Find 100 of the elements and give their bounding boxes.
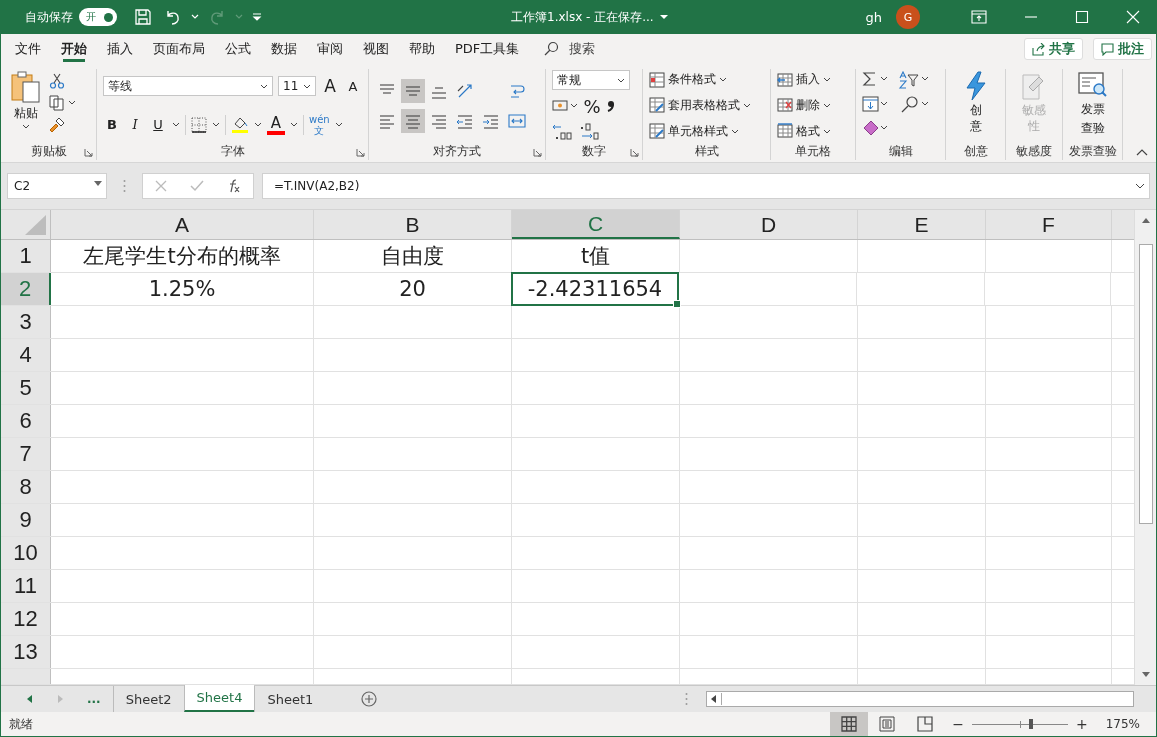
percent-button[interactable]: % [583,95,601,118]
sheet-tab[interactable]: Sheet4 [183,685,255,712]
row-header[interactable]: 9 [1,504,51,536]
scroll-down-icon[interactable] [1140,671,1151,679]
fill-color-icon[interactable] [231,116,249,134]
caret-icon[interactable] [254,122,262,128]
ribbon-tab[interactable]: 审阅 [307,34,353,64]
collapse-ribbon-icon[interactable] [1136,148,1148,156]
dialog-launcher-icon[interactable] [533,148,542,157]
previous-sheet-icon[interactable] [27,695,33,703]
row-header[interactable]: 1 [1,240,51,272]
formula-field[interactable]: =T.INV(A2,B2) [262,173,1150,199]
column-header[interactable]: A [51,210,314,239]
maximize-icon[interactable] [1075,10,1089,24]
ribbon-tab[interactable]: 文件 [5,34,51,64]
decrease-decimal-icon[interactable] [579,123,601,142]
row-header[interactable]: 6 [1,405,51,437]
sum-icon[interactable] [862,70,890,87]
row-header[interactable]: 3 [1,306,51,338]
zoom-level[interactable]: 175% [1105,717,1140,731]
ribbon-display-icon[interactable] [971,10,987,24]
caret-icon[interactable] [172,122,180,128]
row-header[interactable]: 2 [1,273,51,305]
normal-view-button[interactable] [830,712,869,736]
middle-align-button[interactable] [401,78,425,103]
row-header[interactable]: 7 [1,438,51,470]
eraser-icon[interactable] [862,118,890,137]
ribbon-tab[interactable]: 插入 [97,34,143,64]
save-icon[interactable] [134,8,152,26]
column-header[interactable]: C [512,210,680,239]
cells-menu-button[interactable]: 格式 [777,122,849,140]
horizontal-scrollbar[interactable] [706,691,1134,707]
dialog-launcher-icon[interactable] [630,148,639,157]
font-color-button[interactable]: A [267,114,285,135]
underline-button[interactable]: U [149,113,167,136]
name-box[interactable]: C2 [7,173,107,199]
ideas-button[interactable]: 创意 [959,69,992,142]
center-align-button[interactable] [401,108,425,133]
column-header[interactable]: E [858,210,986,239]
ribbon-tab[interactable]: PDF工具集 [445,34,530,64]
paste-button[interactable]: 粘贴 [7,69,45,131]
invoice-check-button[interactable]: 发票 查验 [1072,69,1113,142]
bold-button[interactable]: B [103,113,121,136]
ribbon-tab[interactable]: 数据 [261,34,307,64]
cells-menu-button[interactable]: 删除 [777,97,849,114]
sheet-tab[interactable]: Sheet2 [112,686,184,712]
customize-icon[interactable] [252,12,262,22]
caret-icon[interactable] [290,122,298,128]
row-header[interactable]: 4 [1,339,51,371]
checkmark-icon[interactable] [190,180,204,192]
ribbon-tab[interactable]: 开始 [51,34,97,64]
row-header[interactable]: 10 [1,537,51,569]
caret-icon[interactable] [334,122,343,128]
cells-menu-button[interactable]: 插入 [777,71,849,89]
caret-icon[interactable] [212,122,220,128]
sheet-tab[interactable]: Sheet1 [254,686,326,712]
ribbon-tab[interactable]: 页面布局 [143,34,215,64]
font-size-field[interactable]: 11 [278,76,316,97]
comments-button[interactable]: 批注 [1093,38,1152,60]
zoom-slider-thumb[interactable] [1029,718,1034,729]
style-menu-button[interactable]: 单元格样式 [649,122,764,140]
search-icon[interactable] [543,41,560,57]
row-header[interactable]: 13 [1,636,51,668]
row-header[interactable]: 5 [1,372,51,404]
row-header[interactable]: 12 [1,603,51,635]
grip-icon[interactable] [123,179,126,193]
column-header[interactable]: F [986,210,1112,239]
format-painter-icon[interactable] [49,117,65,133]
dialog-launcher-icon[interactable] [84,148,93,157]
more-sheets-button[interactable]: ... [87,692,101,706]
share-button[interactable]: 共享 [1024,38,1083,60]
undo-icon[interactable] [164,8,182,26]
italic-button[interactable]: I [126,113,144,136]
fill-down-icon[interactable] [862,94,890,113]
autosave-toggle[interactable]: 开 [79,8,117,26]
border-icon[interactable] [191,116,207,133]
zoom-out-button[interactable]: − [952,716,964,732]
grow-font-button[interactable]: A [321,75,339,98]
shrink-font-button[interactable]: A [344,75,362,98]
increase-decimal-icon[interactable] [552,123,574,142]
dialog-launcher-icon[interactable] [356,148,365,157]
user-avatar[interactable]: G [896,5,920,29]
fill-handle[interactable] [673,300,681,308]
style-menu-button[interactable]: 条件格式 [649,71,764,89]
zoom-in-button[interactable]: + [1075,716,1088,732]
copy-icon[interactable] [49,95,77,111]
ribbon-tab[interactable]: 视图 [353,34,399,64]
scissors-icon[interactable] [49,73,65,89]
close-icon[interactable] [1126,10,1140,24]
sort-filter-icon[interactable] [898,70,930,89]
number-format-field[interactable]: 常规 [552,69,630,90]
style-menu-button[interactable]: 套用表格格式 [649,97,764,114]
insert-function-icon[interactable] [227,179,242,193]
ribbon-tab[interactable]: 公式 [215,34,261,64]
grip-icon[interactable] [685,692,688,706]
phonetic-button[interactable]: wén 文 [309,113,330,136]
scroll-up-icon[interactable] [1140,216,1151,224]
search-field[interactable]: 搜索 [569,40,596,58]
row-header[interactable]: 11 [1,570,51,602]
row-header[interactable]: 8 [1,471,51,503]
